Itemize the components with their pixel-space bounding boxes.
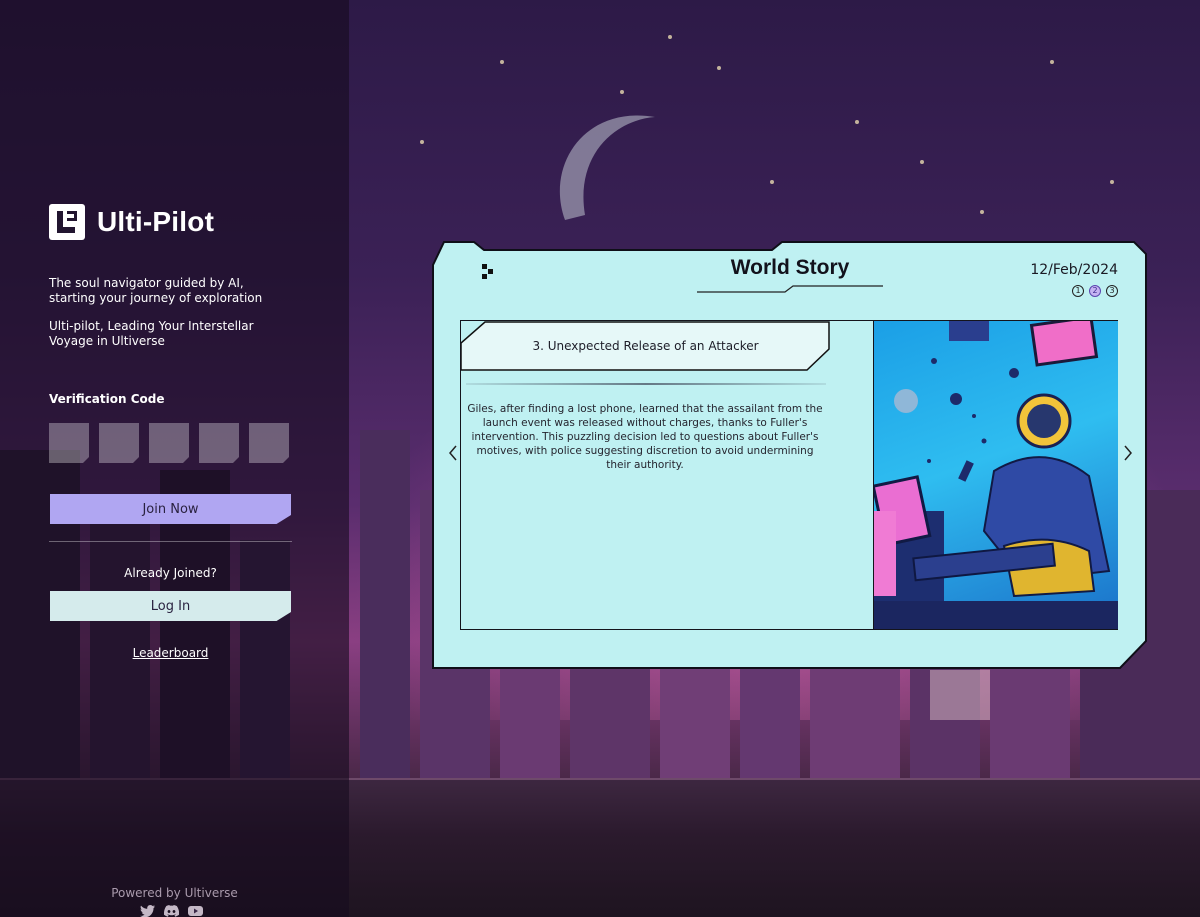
log-in-button[interactable]: Log In bbox=[50, 591, 291, 621]
brand-name: Ulti-Pilot bbox=[97, 206, 215, 237]
story-pager: 1 2 3 bbox=[1072, 285, 1118, 297]
moon bbox=[559, 115, 655, 220]
tagline: Ulti-pilot, Leading Your Interstellar Vo… bbox=[49, 319, 254, 348]
story-date: 12/Feb/2024 bbox=[1030, 262, 1118, 278]
page-3-button[interactable]: 3 bbox=[1106, 285, 1118, 297]
tagline: The soul navigator guided by AI, startin… bbox=[49, 276, 263, 305]
already-joined-text: Already Joined? bbox=[124, 566, 217, 580]
star bbox=[420, 140, 424, 144]
code-digit-input[interactable] bbox=[49, 423, 89, 463]
title-underline bbox=[697, 285, 883, 293]
star bbox=[620, 90, 624, 94]
divider bbox=[49, 541, 292, 542]
brand: Ulti-Pilot bbox=[49, 204, 214, 240]
code-digit-input[interactable] bbox=[99, 423, 139, 463]
code-digit-input[interactable] bbox=[199, 423, 239, 463]
story-illustration bbox=[873, 321, 1118, 629]
verification-code-inputs bbox=[49, 423, 289, 463]
join-now-button[interactable]: Join Now bbox=[50, 494, 291, 524]
star bbox=[920, 160, 924, 164]
star bbox=[717, 66, 721, 70]
story-body: Giles, after finding a lost phone, learn… bbox=[467, 403, 823, 471]
star bbox=[855, 120, 859, 124]
star bbox=[1110, 180, 1114, 184]
page-1-button[interactable]: 1 bbox=[1072, 285, 1084, 297]
story-mark-icon bbox=[482, 264, 493, 279]
youtube-icon[interactable] bbox=[188, 905, 203, 917]
ulti-pilot-logo-icon bbox=[49, 204, 85, 240]
discord-icon[interactable] bbox=[164, 905, 179, 917]
chapter-divider bbox=[466, 383, 826, 385]
twitter-icon[interactable] bbox=[140, 905, 155, 917]
story-title: World Story bbox=[730, 256, 850, 279]
powered-by-text: Powered by Ultiverse bbox=[111, 886, 238, 900]
chapter-title: 3. Unexpected Release of an Attacker bbox=[532, 339, 759, 353]
leaderboard-link[interactable]: Leaderboard bbox=[49, 646, 292, 660]
star bbox=[500, 60, 504, 64]
star bbox=[1050, 60, 1054, 64]
star bbox=[770, 180, 774, 184]
star bbox=[668, 35, 672, 39]
chevron-right-icon[interactable] bbox=[1121, 444, 1135, 462]
chevron-left-icon[interactable] bbox=[446, 444, 460, 462]
star bbox=[980, 210, 984, 214]
code-digit-input[interactable] bbox=[249, 423, 289, 463]
social-links bbox=[140, 905, 203, 917]
code-digit-input[interactable] bbox=[149, 423, 189, 463]
verification-code-label: Verification Code bbox=[49, 392, 165, 406]
page-2-button[interactable]: 2 bbox=[1089, 285, 1101, 297]
